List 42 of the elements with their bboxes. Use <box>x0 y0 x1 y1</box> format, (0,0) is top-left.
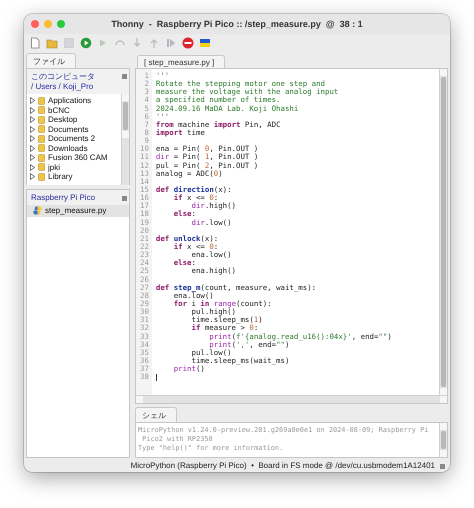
folder-item[interactable]: Applications <box>30 96 121 106</box>
collapsed-arrow-icon[interactable] <box>30 116 35 124</box>
collapsed-arrow-icon[interactable] <box>30 106 35 114</box>
shell-tab[interactable]: シェル <box>135 407 177 422</box>
run-icon[interactable] <box>80 37 92 49</box>
folder-item[interactable]: Documents <box>30 124 121 134</box>
editor-tab[interactable]: [ step_measure.py ] <box>137 55 226 68</box>
file-item[interactable]: step_measure.py <box>27 204 129 216</box>
folder-icon[interactable] <box>46 37 58 49</box>
folder-item[interactable]: Downloads <box>30 144 121 153</box>
python-file-icon <box>33 206 42 215</box>
folder-item[interactable]: Library <box>30 172 121 182</box>
collapsed-arrow-icon[interactable] <box>30 164 35 171</box>
window-title: Thonny - Raspberry Pi Pico :: /step_measure.py @ 38 : 1 <box>111 19 363 29</box>
collapsed-arrow-icon[interactable] <box>30 154 35 162</box>
stop-icon[interactable] <box>182 37 194 49</box>
collapsed-arrow-icon[interactable] <box>30 97 35 104</box>
folder-item[interactable]: jpki <box>30 162 121 172</box>
collapsed-arrow-icon[interactable] <box>30 135 35 142</box>
scrollbar[interactable] <box>121 94 129 184</box>
code-editor[interactable] <box>135 68 448 404</box>
path-link[interactable]: / Users / Koji_Pro <box>31 82 95 92</box>
collapsed-arrow-icon[interactable] <box>30 126 35 133</box>
scrollbar[interactable] <box>439 423 447 457</box>
collapsed-arrow-icon[interactable] <box>30 173 35 180</box>
collapsed-arrow-icon[interactable] <box>30 144 35 152</box>
location-link[interactable]: このコンピュータ <box>31 72 95 82</box>
zoom-button[interactable] <box>57 20 65 28</box>
scrollbar[interactable] <box>136 395 447 403</box>
folder-item[interactable]: Documents 2 <box>30 134 121 144</box>
minimize-button[interactable] <box>44 20 52 28</box>
flag-icon[interactable] <box>199 37 211 49</box>
folder-item[interactable]: bCNC <box>30 106 121 115</box>
folder-item[interactable]: Desktop <box>30 115 121 124</box>
scrollbar[interactable] <box>439 69 447 395</box>
status-text[interactable]: MicroPython (Raspberry Pi Pico) • Board in FS mode @ /dev/cu.usbmodem1A12401 <box>130 460 435 470</box>
resize-grip-icon <box>440 464 445 468</box>
close-button[interactable] <box>31 20 39 28</box>
panel-title: Raspberry Pi Pico <box>31 192 96 202</box>
folder-item[interactable]: Fusion 360 CAM <box>30 153 121 162</box>
new-file-icon[interactable] <box>29 37 41 49</box>
files-tab[interactable]: ファイル <box>26 53 76 68</box>
